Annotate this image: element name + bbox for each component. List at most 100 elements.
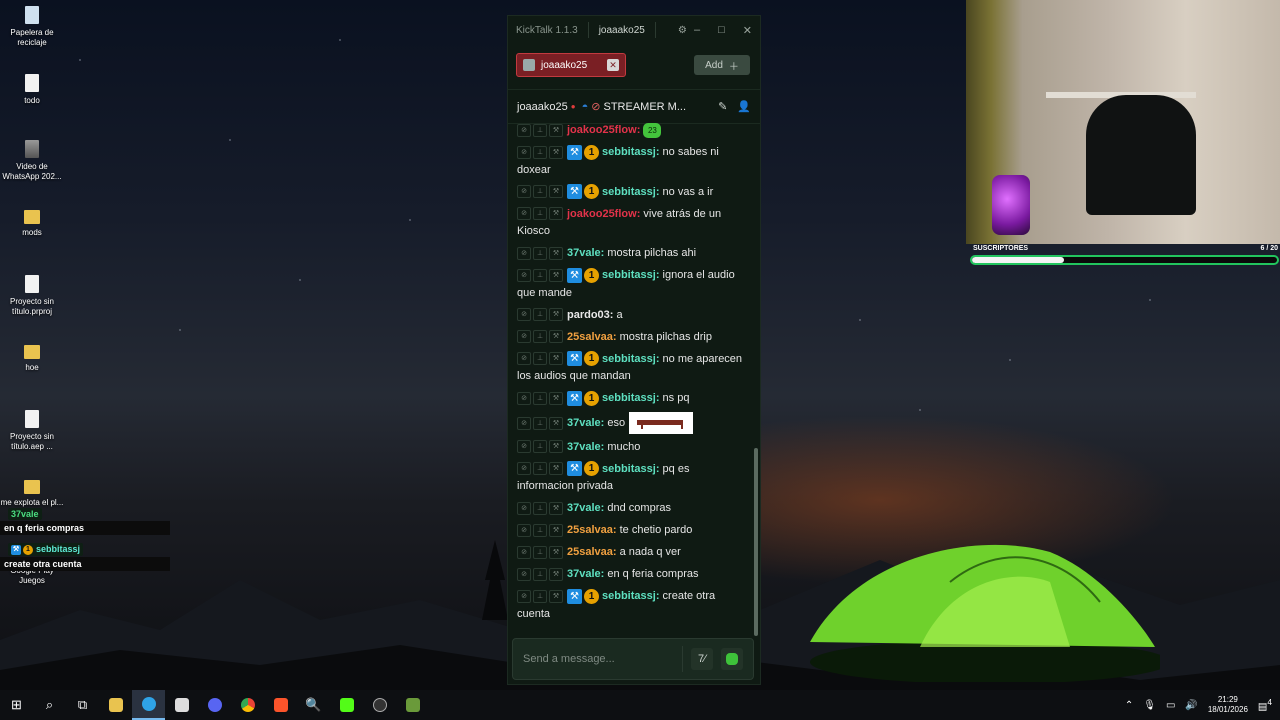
account-name[interactable]: joaaako25 [599,25,645,36]
ban-icon[interactable]: ⊥ [533,462,547,476]
timeout-icon[interactable]: ⊘ [517,352,531,366]
clock[interactable]: 21:29 18/01/2026 [1208,695,1248,715]
ban-icon[interactable]: ⊥ [533,440,547,454]
timeout-icon[interactable]: ⊘ [517,462,531,476]
network-icon[interactable]: ▭ [1166,700,1175,711]
hammer-icon[interactable]: ⚒ [549,352,563,366]
settings-gear-icon[interactable]: ⚙ [678,25,687,36]
ban-icon[interactable]: ⊥ [533,545,547,559]
chat-message[interactable]: ⊘ ⊥ ⚒ joakoo25flow: 23 [517,122,744,140]
notifications-icon[interactable]: ▤4 [1258,697,1272,712]
pin-icon[interactable]: ✎ [718,100,727,113]
brave-icon[interactable] [264,690,297,720]
minecraft-icon[interactable] [396,690,429,720]
hammer-icon[interactable]: ⚒ [549,207,563,221]
ban-icon[interactable]: ⊥ [533,352,547,366]
kick-emote-icon[interactable] [721,648,743,670]
timeout-icon[interactable]: ⊘ [517,145,531,159]
tab-joaaako25[interactable]: joaaako25 ✕ [516,53,626,77]
chat-username[interactable]: 37vale [567,568,601,580]
timeout-icon[interactable]: ⊘ [517,545,531,559]
timeout-icon[interactable]: ⊘ [517,391,531,405]
hammer-icon[interactable]: ⚒ [549,391,563,405]
chat-username[interactable]: sebbitassj [602,392,656,404]
chat-username[interactable]: 25salvaa [567,546,613,558]
minimize-icon[interactable]: – [694,24,700,37]
search-icon[interactable]: ⌕ [33,690,66,720]
chat-message[interactable]: ⊘ ⊥ ⚒ 25salvaa: a nada q ver [517,544,744,562]
ban-icon[interactable]: ⊥ [533,523,547,537]
message-input[interactable] [523,653,682,665]
timeout-icon[interactable]: ⊘ [517,308,531,322]
chat-username[interactable]: sebbitassj [602,146,656,158]
chat-username[interactable]: sebbitassj [602,186,656,198]
chat-message[interactable]: ⊘ ⊥ ⚒ 37vale: en q feria compras [517,566,744,584]
chat-username[interactable]: 37vale [567,441,601,453]
user-icon[interactable]: 👤 [737,100,751,113]
ban-icon[interactable]: ⊥ [533,391,547,405]
chat-message[interactable]: ⊘ ⊥ ⚒ 37vale: eso [517,412,744,434]
ban-icon[interactable]: ⊥ [533,501,547,515]
ban-icon[interactable]: ⊥ [533,308,547,322]
ban-icon[interactable]: ⊥ [533,185,547,199]
timeout-icon[interactable]: ⊘ [517,123,531,137]
chat-message[interactable]: ⊘ ⊥ ⚒ ⚒ 1 sebbitassj: pq es informacion priva… [517,461,744,496]
magnifier-icon[interactable]: 🔍 [297,690,330,720]
chat-username[interactable]: joakoo25flow [567,124,637,136]
discord-like-icon[interactable] [198,690,231,720]
chat-message[interactable]: ⊘ ⊥ ⚒ joakoo25flow: vive atrás de un Kiosco [517,206,744,241]
chat-username[interactable]: sebbitassj [602,269,656,281]
file-explorer-icon[interactable] [99,690,132,720]
ban-icon[interactable]: ⊥ [533,567,547,581]
hammer-icon[interactable]: ⚒ [549,462,563,476]
timeout-icon[interactable]: ⊘ [517,440,531,454]
desktop-icon-recycle-bin[interactable]: Papelera de reciclaje [0,6,64,48]
ban-icon[interactable]: ⊥ [533,207,547,221]
desktop-icon-todo[interactable]: todo [0,74,64,106]
desktop-icon-hoe[interactable]: hoe [0,343,64,373]
chat-username[interactable]: 25salvaa [567,524,613,536]
timeout-icon[interactable]: ⊘ [517,523,531,537]
chat-message[interactable]: ⊘ ⊥ ⚒ ⚒ 1 sebbitassj: ignora el audio que man… [517,267,744,302]
timeout-icon[interactable]: ⊘ [517,567,531,581]
hammer-icon[interactable]: ⚒ [549,145,563,159]
ban-icon[interactable]: ⊥ [533,416,547,430]
chat-message[interactable]: ⊘ ⊥ ⚒ 37vale: mostra pilchas ahi [517,245,744,263]
chat-message[interactable]: ⊘ ⊥ ⚒ ⚒ 1 sebbitassj: ns pq [517,390,744,408]
hammer-icon[interactable]: ⚒ [549,567,563,581]
hammer-icon[interactable]: ⚒ [549,523,563,537]
chat-username[interactable]: 37vale [567,502,601,514]
obs-icon[interactable] [363,690,396,720]
chat-username[interactable]: sebbitassj [602,590,656,602]
timeout-icon[interactable]: ⊘ [517,268,531,282]
timeout-icon[interactable]: ⊘ [517,416,531,430]
timeout-icon[interactable]: ⊘ [517,185,531,199]
hammer-icon[interactable]: ⚒ [549,440,563,454]
ban-icon[interactable]: ⊥ [533,268,547,282]
hammer-icon[interactable]: ⚒ [549,589,563,603]
kick-icon[interactable] [330,690,363,720]
start-windows-icon[interactable]: ⊞ [0,690,33,720]
chat-username[interactable]: 37vale [567,417,601,429]
hammer-icon[interactable]: ⚒ [549,123,563,137]
chat-message[interactable]: ⊘ ⊥ ⚒ pardo03: a [517,307,744,325]
7tv-emote-icon[interactable]: 7⁄ [691,648,713,670]
close-icon[interactable]: ✕ [743,24,752,37]
ban-icon[interactable]: ⊥ [533,145,547,159]
app-window-icon[interactable] [165,690,198,720]
chat-message[interactable]: ⊘ ⊥ ⚒ 37vale: dnd compras [517,500,744,518]
chevron-up-icon[interactable]: ⌃ [1125,700,1133,711]
chat-message[interactable]: ⊘ ⊥ ⚒ 25salvaa: te chetio pardo [517,522,744,540]
chat-username[interactable]: joakoo25flow [567,208,637,220]
chat-username[interactable]: 37vale [567,247,601,259]
chat-message[interactable]: ⊘ ⊥ ⚒ ⚒ 1 sebbitassj: no sabes ni doxear [517,144,744,179]
ban-icon[interactable]: ⊥ [533,123,547,137]
add-channel-button[interactable]: Add ＋ [694,55,750,75]
chat-message[interactable]: ⊘ ⊥ ⚒ ⚒ 1 sebbitassj: no vas a ir [517,184,744,202]
hammer-icon[interactable]: ⚒ [549,308,563,322]
chat-username[interactable]: sebbitassj [602,463,656,475]
desktop-icon-aep[interactable]: Proyecto sin título.aep ... [0,410,64,452]
chat-username[interactable]: 25salvaa [567,331,613,343]
chat-message[interactable]: ⊘ ⊥ ⚒ 25salvaa: mostra pilchas drip [517,329,744,347]
chat-message[interactable]: ⊘ ⊥ ⚒ ⚒ 1 sebbitassj: create otra cuenta [517,588,744,623]
